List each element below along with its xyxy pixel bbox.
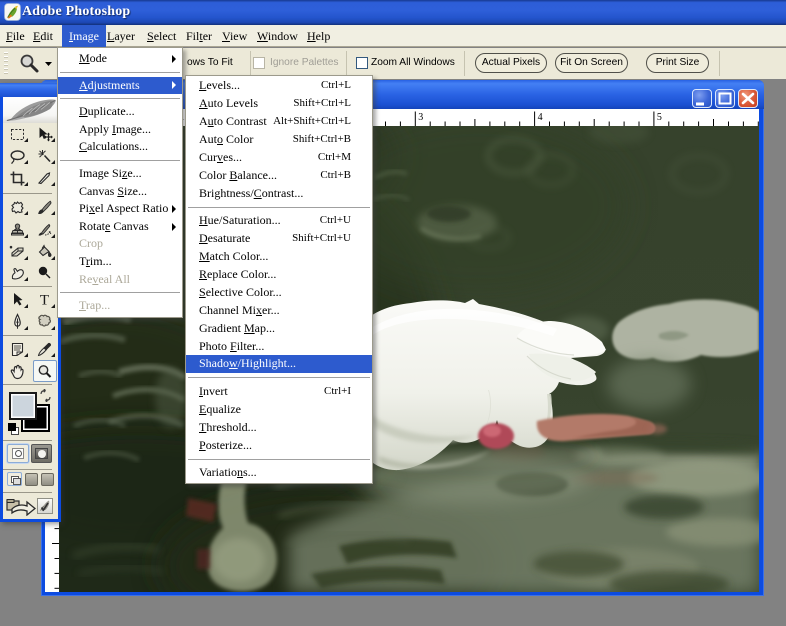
svg-text:T: T — [39, 293, 48, 309]
svg-text:5: 5 — [657, 112, 662, 123]
svg-text:3: 3 — [418, 112, 423, 123]
svg-text:4: 4 — [538, 112, 543, 123]
